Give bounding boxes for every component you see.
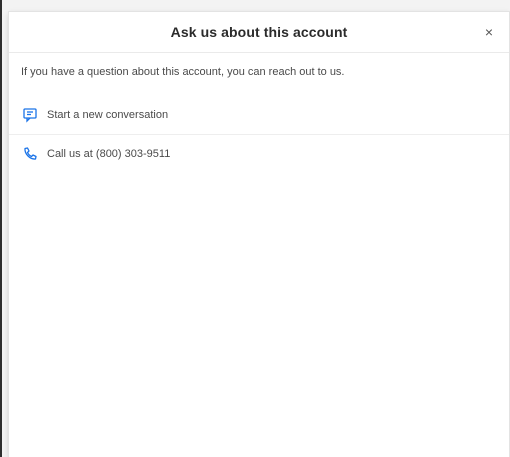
start-conversation-option[interactable]: Start a new conversation <box>9 96 509 135</box>
call-us-option[interactable]: Call us at (800) 303-9511 <box>9 135 509 173</box>
close-icon[interactable]: × <box>485 22 493 42</box>
dialog-header: Ask us about this account × <box>9 12 509 53</box>
dialog-title: Ask us about this account <box>170 24 348 40</box>
close-button[interactable]: × <box>479 22 499 42</box>
chat-icon[interactable] <box>21 106 39 124</box>
call-us-label[interactable]: Call us at (800) 303-9511 <box>47 148 170 160</box>
phone-icon[interactable] <box>21 145 39 163</box>
window-edge <box>0 0 2 457</box>
dialog-body: If you have a question about this accoun… <box>9 53 509 173</box>
contact-dialog: Ask us about this account × If you have … <box>9 12 509 457</box>
intro-text: If you have a question about this accoun… <box>21 66 345 78</box>
start-conversation-label[interactable]: Start a new conversation <box>47 109 168 121</box>
